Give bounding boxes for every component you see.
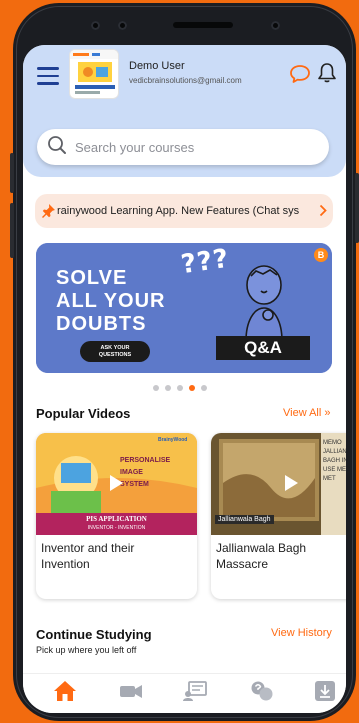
front-camera: [91, 21, 100, 30]
sensor-right: [271, 21, 280, 30]
bell-icon[interactable]: [317, 62, 337, 84]
pin-icon: [42, 204, 55, 223]
carousel-indicator: [153, 385, 207, 391]
doubts-icon[interactable]: [249, 680, 277, 704]
banner-line-3: DOUBTS: [56, 313, 147, 335]
thumbnail-caption-sub: INVENTOR - INVENTION: [87, 525, 146, 531]
search-bar[interactable]: [37, 129, 329, 165]
video-thumbnail: BrainyWood PERSONALISE IMAGE SYSTEM PIS …: [36, 433, 197, 535]
video-card[interactable]: BrainyWood PERSONALISE IMAGE SYSTEM PIS …: [36, 433, 197, 599]
app-screen: Demo User vedicbrainsolutions@gmail.com: [23, 45, 346, 713]
view-history-link[interactable]: View History: [271, 627, 332, 639]
play-icon[interactable]: [285, 475, 298, 491]
bottom-navigation: [23, 673, 346, 713]
thumbnail-line-3: SYSTEM: [120, 481, 149, 488]
video-card[interactable]: MEMO JALLIAN BAGH INCIDE USE MEMOR MET J…: [211, 433, 346, 599]
hamburger-menu-icon[interactable]: [37, 67, 59, 85]
earpiece-speaker: [173, 22, 233, 28]
thumbnail-line-2: IMAGE: [120, 469, 143, 476]
thumbnail-caption: PIS APPLICATION: [86, 515, 147, 523]
chevron-right-icon[interactable]: [319, 204, 327, 222]
carousel-dot[interactable]: [177, 385, 183, 391]
power-button: [10, 153, 14, 193]
volume-up-button: [10, 203, 14, 258]
thumbnail-brand: BrainyWood: [158, 437, 188, 443]
sensor: [118, 21, 127, 30]
search-icon: [47, 135, 67, 160]
user-name: Demo User: [129, 60, 185, 72]
carousel-dot[interactable]: [153, 385, 159, 391]
banner-line-1: SOLVE: [56, 267, 128, 289]
video-title: Jallianwala Bagh Massacre: [216, 541, 307, 571]
ask-questions-line-2: QUESTIONS: [98, 352, 132, 358]
app-logo: [69, 49, 119, 99]
banner-line-2: ALL YOUR: [56, 290, 166, 312]
play-icon[interactable]: [110, 475, 123, 491]
classroom-icon[interactable]: [183, 680, 211, 704]
brand-badge-icon: B: [314, 248, 328, 262]
thumbnail-side-text: MEMO JALLIAN BAGH INCIDE USE MEMOR MET: [323, 440, 346, 482]
thumbnail-caption: Jallianwala Bagh: [215, 515, 274, 524]
promo-banner[interactable]: ??? SOLVE ALL YOUR DOUBTS ASK YOUR QUEST…: [36, 243, 332, 373]
video-camera-icon[interactable]: [119, 680, 147, 704]
ask-questions-pill[interactable]: ASK YOUR QUESTIONS: [80, 341, 150, 362]
view-all-link[interactable]: View All »: [283, 407, 331, 419]
carousel-dot[interactable]: [165, 385, 171, 391]
download-icon[interactable]: [313, 680, 341, 704]
announcement-text: rainywood Learning App. New Features (Ch…: [57, 205, 300, 217]
volume-down-button: [355, 173, 359, 243]
thumbnail-line-1: PERSONALISE: [120, 457, 171, 464]
ask-questions-line-1: ASK YOUR: [100, 345, 130, 351]
carousel-dot[interactable]: [201, 385, 207, 391]
home-icon[interactable]: [53, 680, 81, 704]
continue-studying-title: Continue Studying: [36, 627, 152, 642]
phone-top-bar: [63, 18, 306, 32]
popular-videos-title: Popular Videos: [36, 406, 131, 421]
search-input[interactable]: [75, 139, 315, 155]
user-email: vedicbrainsolutions@gmail.com: [129, 76, 242, 85]
qa-label: Q&A: [216, 336, 310, 360]
chat-icon[interactable]: [289, 64, 311, 84]
carousel-dot[interactable]: [189, 385, 195, 391]
phone-frame: Demo User vedicbrainsolutions@gmail.com: [10, 3, 359, 721]
video-title: Inventor and their Invention: [41, 541, 135, 571]
continue-subtitle: Pick up where you left off: [36, 645, 137, 655]
video-thumbnail: MEMO JALLIAN BAGH INCIDE USE MEMOR MET J…: [211, 433, 346, 535]
announcement-banner[interactable]: rainywood Learning App. New Features (Ch…: [35, 194, 333, 228]
